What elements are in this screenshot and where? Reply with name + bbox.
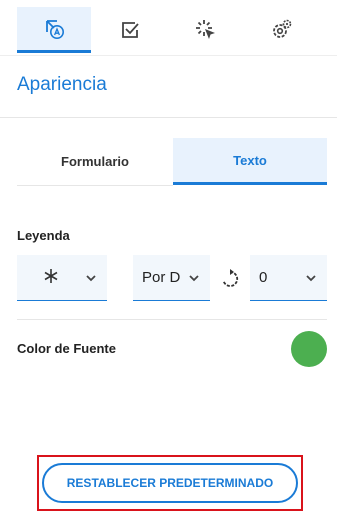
font-color-label: Color de Fuente [17,341,116,356]
legend-rotation-value: 0 [259,269,268,286]
tab-formulario[interactable]: Formulario [17,138,173,185]
tab-texto[interactable]: Texto [173,138,327,185]
asterisk-icon [43,268,59,289]
legend-position-select[interactable]: Por D [133,255,210,301]
reset-defaults-button[interactable]: RESTABLECER PREDETERMINADO [42,463,298,503]
top-tab-bar [0,0,337,56]
legend-position-value: Por D [142,269,181,286]
tab-validation[interactable] [93,7,167,53]
tab-settings[interactable] [245,7,319,53]
chevron-down-icon [86,274,96,281]
settings-icon [273,19,292,38]
tab-appearance[interactable] [17,7,91,53]
font-color-swatch[interactable] [291,331,327,367]
legend-label: Leyenda [17,228,70,243]
divider [17,185,173,186]
tab-actions[interactable] [169,7,243,53]
legend-rotation-select[interactable]: 0 [250,255,327,301]
section-title: Apariencia [17,74,107,95]
divider [17,319,327,320]
chevron-down-icon [189,274,199,281]
legend-icon-select[interactable] [17,255,107,301]
appearance-icon [46,19,64,39]
rotate-icon [222,269,239,287]
click-icon [196,20,215,39]
checkbox-icon [122,22,139,38]
divider [0,117,337,118]
chevron-down-icon [306,274,316,281]
